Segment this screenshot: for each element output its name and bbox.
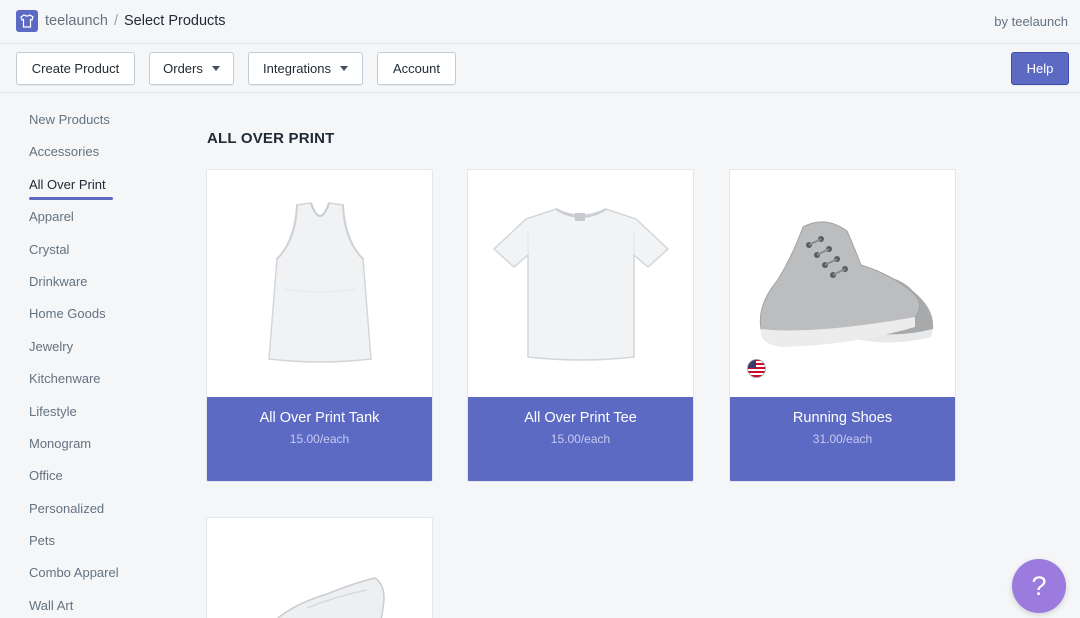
sidebar-item-jewelry[interactable]: Jewelry — [29, 331, 149, 363]
sidebar-item-monogram[interactable]: Monogram — [29, 428, 149, 460]
question-mark-icon: ? — [1031, 570, 1047, 601]
top-bar: teelaunch / Select Products by teelaunch — [0, 0, 1080, 44]
product-card-tee[interactable]: All Over Print Tee 15.00/each — [467, 169, 694, 482]
product-card-tank[interactable]: All Over Print Tank 15.00/each — [206, 169, 433, 482]
sidebar-item-home-goods[interactable]: Home Goods — [29, 298, 149, 330]
product-card-running-shoes[interactable]: Running Shoes 31.00/each — [729, 169, 956, 482]
toolbar: Create Product Orders Integrations Accou… — [0, 44, 1080, 93]
sidebar-item-drinkware[interactable]: Drinkware — [29, 266, 149, 298]
caret-down-icon — [339, 66, 348, 71]
breadcrumb-app[interactable]: teelaunch — [45, 13, 108, 29]
category-sidebar: New Products Accessories All Over Print … — [29, 104, 149, 618]
caret-down-icon — [211, 66, 220, 71]
breadcrumb-separator: / — [114, 13, 119, 29]
orders-label: Orders — [163, 61, 203, 76]
sidebar-item-apparel[interactable]: Apparel — [29, 201, 149, 233]
product-price: 15.00/each — [550, 432, 611, 446]
sidebar-item-accessories[interactable]: Accessories — [29, 136, 149, 168]
by-teelaunch-label: by teelaunch — [994, 14, 1068, 29]
product-card-footer: All Over Print Tee 15.00/each — [468, 397, 693, 481]
product-price: 15.00/each — [289, 432, 350, 446]
teelaunch-logo-icon[interactable] — [16, 10, 38, 32]
help-label: Help — [1026, 61, 1054, 76]
us-flag-icon — [747, 359, 766, 378]
integrations-label: Integrations — [263, 61, 331, 76]
product-name: Running Shoes — [792, 410, 893, 426]
orders-dropdown-button[interactable]: Orders — [149, 52, 234, 85]
sidebar-item-personalized[interactable]: Personalized — [29, 493, 149, 525]
account-label: Account — [393, 61, 440, 76]
help-fab-button[interactable]: ? — [1012, 559, 1066, 613]
create-product-button[interactable]: Create Product — [16, 52, 135, 85]
sidebar-item-crystal[interactable]: Crystal — [29, 234, 149, 266]
sidebar-item-wall-art[interactable]: Wall Art — [29, 590, 149, 618]
tank-top-image — [207, 170, 432, 397]
product-name: All Over Print Tank — [259, 410, 380, 426]
shirt-icon — [20, 14, 34, 28]
product-card-slip-on[interactable] — [206, 517, 433, 618]
sidebar-item-combo-apparel[interactable]: Combo Apparel — [29, 557, 149, 589]
sidebar-item-all-over-print[interactable]: All Over Print — [29, 169, 149, 201]
sidebar-item-office[interactable]: Office — [29, 460, 149, 492]
product-price: 31.00/each — [812, 432, 873, 446]
page-title: Select Products — [124, 13, 226, 29]
product-card-footer: Running Shoes 31.00/each — [730, 397, 955, 481]
product-card-footer: All Over Print Tank 15.00/each — [207, 397, 432, 481]
sidebar-item-lifestyle[interactable]: Lifestyle — [29, 396, 149, 428]
t-shirt-image — [468, 170, 693, 397]
create-product-label: Create Product — [31, 61, 120, 76]
section-title: ALL OVER PRINT — [207, 130, 335, 147]
integrations-dropdown-button[interactable]: Integrations — [248, 52, 363, 85]
sidebar-item-kitchenware[interactable]: Kitchenware — [29, 363, 149, 395]
slip-on-shoe-image — [276, 577, 385, 618]
help-button[interactable]: Help — [1011, 52, 1069, 85]
product-name: All Over Print Tee — [524, 410, 637, 426]
account-button[interactable]: Account — [377, 52, 456, 85]
sidebar-item-new-products[interactable]: New Products — [29, 104, 149, 136]
sidebar-item-pets[interactable]: Pets — [29, 525, 149, 557]
